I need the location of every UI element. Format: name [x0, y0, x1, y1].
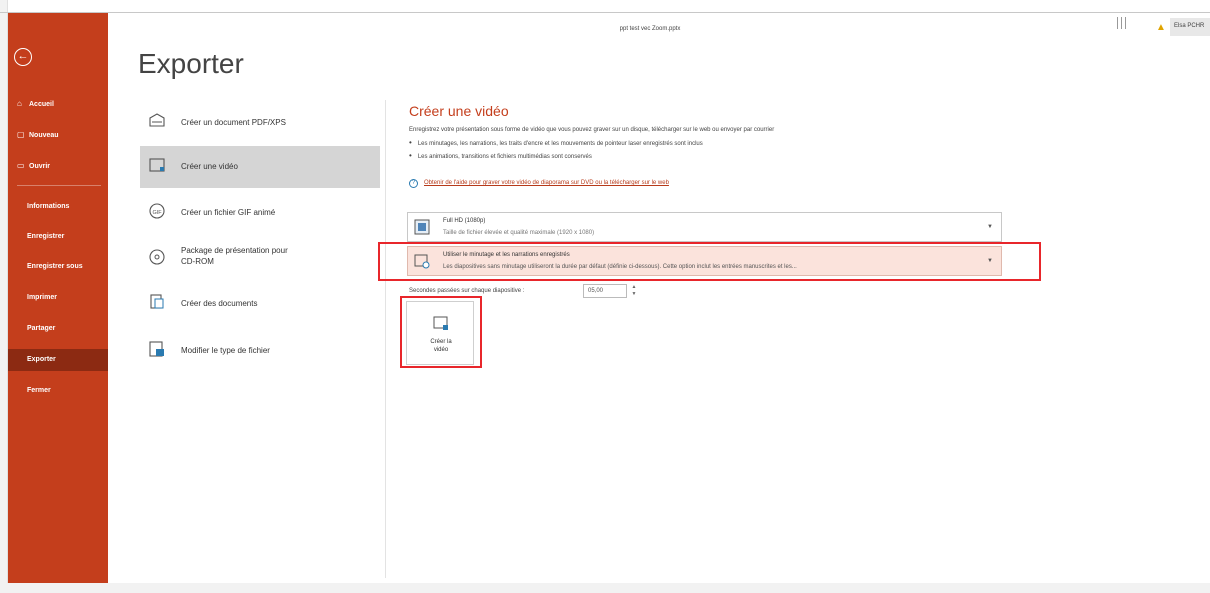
- quality-description: Taille de fichier élevée et qualité maxi…: [443, 230, 595, 236]
- export-item-label: Créer une vidéo: [181, 162, 238, 171]
- video-icon: [149, 158, 165, 172]
- feature-bullet: Les minutages, les narrations, les trait…: [409, 138, 703, 147]
- help-icon: ?: [409, 179, 418, 188]
- sidebar-item-informations[interactable]: Informations: [8, 196, 108, 218]
- warning-icon[interactable]: ▲: [1156, 22, 1166, 33]
- sidebar-item-fermer[interactable]: Fermer: [8, 380, 108, 402]
- home-icon: ⌂: [17, 99, 22, 108]
- backstage-sidebar: ← ⌂ Accueil ▢ Nouveau ▭ Ouvrir Informations…: [8, 13, 108, 583]
- powerpoint-backstage-window: ← ⌂ Accueil ▢ Nouveau ▭ Ouvrir Informations…: [0, 0, 1210, 593]
- seconds-input[interactable]: 05,00: [583, 284, 627, 298]
- new-document-icon: ▢: [17, 130, 25, 139]
- export-item-label: Créer un fichier GIF animé: [181, 208, 276, 217]
- cd-rom-icon: [149, 249, 165, 265]
- export-item-change-type[interactable]: Modifier le type de fichier: [140, 330, 380, 372]
- title-bar-divider: [0, 12, 1210, 13]
- export-item-pdf-xps[interactable]: Créer un document PDF/XPS: [140, 102, 380, 144]
- sidebar-item-accueil[interactable]: ⌂ Accueil: [8, 93, 108, 115]
- export-item-label: Créer un document PDF/XPS: [181, 118, 286, 127]
- pdf-document-icon: [149, 113, 165, 127]
- svg-text:GIF: GIF: [153, 210, 163, 216]
- section-description: Enregistrez votre présentation sous form…: [409, 127, 775, 133]
- sidebar-item-exporter[interactable]: Exporter: [8, 349, 108, 371]
- highlight-box-timing: [378, 242, 1041, 281]
- seconds-label: Secondes passées sur chaque diapositive …: [409, 288, 525, 294]
- sidebar-item-nouveau[interactable]: ▢ Nouveau: [8, 124, 108, 146]
- sidebar-item-enregistrer[interactable]: Enregistrer: [8, 226, 108, 248]
- sidebar-item-label: Ouvrir: [29, 163, 51, 170]
- export-item-documents[interactable]: Créer des documents: [140, 283, 380, 325]
- window-left-edge: [0, 0, 8, 593]
- export-item-label: Modifier le type de fichier: [181, 346, 270, 355]
- back-arrow-icon[interactable]: ←: [14, 48, 32, 66]
- export-item-package-cd[interactable]: Package de présentation pour CD-ROM: [140, 238, 380, 280]
- folder-icon: ▭: [17, 161, 25, 170]
- sidebar-divider: [17, 185, 101, 186]
- help-link[interactable]: Obtenir de l'aide pour graver votre vidé…: [424, 180, 669, 186]
- export-item-label: Package de présentation pour: [181, 246, 288, 255]
- feature-bullet: Les animations, transitions et fichiers …: [409, 151, 592, 160]
- seconds-spinner[interactable]: ▲ ▼: [629, 284, 639, 298]
- sidebar-item-partager[interactable]: Partager: [8, 318, 108, 340]
- export-item-label-line2: CD-ROM: [181, 257, 214, 266]
- quality-value: Full HD (1080p): [443, 218, 486, 224]
- export-item-gif[interactable]: GIF Créer un fichier GIF animé: [140, 192, 380, 234]
- quality-dropdown[interactable]: Full HD (1080p) Taille de fichier élevée…: [407, 212, 1002, 242]
- sidebar-item-imprimer[interactable]: Imprimer: [8, 287, 108, 309]
- ribbon-grip-icon: [1117, 16, 1137, 36]
- handouts-icon: [150, 294, 164, 309]
- section-title: Créer une vidéo: [409, 103, 509, 119]
- sidebar-item-label: Accueil: [29, 101, 54, 108]
- sidebar-item-enregistrer-sous[interactable]: Enregistrer sous: [8, 256, 108, 278]
- window-bottom-edge: [0, 583, 1210, 593]
- sidebar-item-ouvrir[interactable]: ▭ Ouvrir: [8, 155, 108, 177]
- user-account[interactable]: Elsa PCHR: [1170, 18, 1210, 36]
- change-file-type-icon: [149, 341, 164, 357]
- export-item-video[interactable]: Créer une vidéo: [140, 146, 380, 188]
- sidebar-item-label: Nouveau: [29, 132, 59, 139]
- panel-divider: [385, 100, 386, 578]
- page-title: Exporter: [138, 48, 244, 79]
- highlight-box-create: [400, 296, 482, 368]
- chevron-down-icon: ▼: [987, 224, 993, 230]
- monitor-icon: [414, 219, 430, 235]
- gif-icon: GIF: [149, 203, 165, 219]
- export-item-label: Créer des documents: [181, 299, 258, 308]
- document-title: ppt test vec Zoom.pptx: [619, 26, 681, 32]
